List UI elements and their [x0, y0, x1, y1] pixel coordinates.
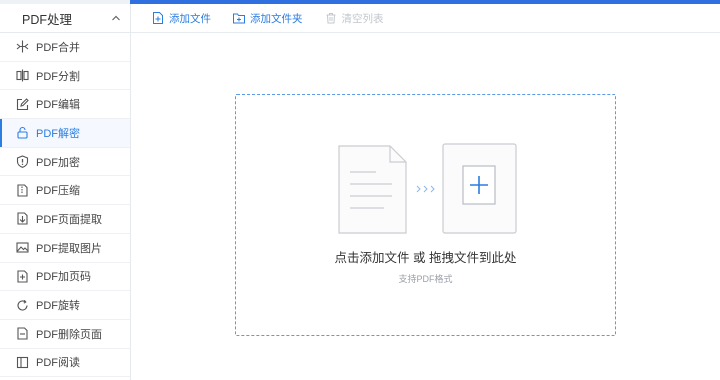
sidebar-item-label: PDF旋转 [36, 300, 80, 313]
sidebar-item-page-numbers[interactable]: PDF加页码 [0, 263, 130, 292]
drop-zone-sub-text: 支持PDF格式 [398, 274, 453, 284]
document-icon [338, 145, 407, 234]
add-file-label: 添加文件 [169, 12, 211, 25]
drop-zone-main-text: 点击添加文件 或 拖拽文件到此处 [334, 251, 517, 265]
sidebar-item-label: PDF加密 [36, 156, 80, 169]
sidebar-header-label: PDF处理 [22, 12, 73, 27]
sidebar-item-compress[interactable]: PDF压缩 [0, 176, 130, 206]
sidebar-item-label: PDF合并 [36, 41, 80, 54]
sidebar-item-label: PDF阅读 [36, 357, 80, 370]
sidebar-item-label: PDF删除页面 [36, 328, 102, 341]
sidebar-item-label: PDF分割 [36, 70, 80, 83]
extract-page-icon [16, 212, 29, 226]
sidebar-item-encrypt[interactable]: PDF加密 [0, 148, 130, 177]
drop-illustration [338, 143, 517, 234]
sidebar-item-merge[interactable]: PDF合并 [0, 33, 130, 62]
sidebar-item-label: PDF加页码 [36, 271, 91, 284]
compress-icon [16, 184, 29, 197]
sidebar-item-edit[interactable]: PDF编辑 [0, 90, 130, 120]
clear-list-button[interactable]: 清空列表 [325, 11, 384, 26]
page-number-icon [16, 270, 29, 283]
sidebar-item-split[interactable]: PDF分割 [0, 62, 130, 91]
sidebar-item-delete-pages[interactable]: PDF删除页面 [0, 320, 130, 349]
sidebar: PDF处理 PDF合并 PDF分割 PDF编辑 PDF解密 PDF加密 PDF压… [0, 4, 131, 380]
sidebar-item-label: PDF编辑 [36, 99, 80, 112]
shield-icon [16, 155, 29, 168]
sidebar-item-decrypt[interactable]: PDF解密 [0, 119, 130, 148]
merge-icon [16, 40, 29, 53]
sidebar-item-label: PDF页面提取 [36, 213, 102, 226]
sidebar-item-extract-images[interactable]: PDF提取图片 [0, 234, 130, 263]
book-icon [16, 356, 29, 369]
add-file-icon [153, 12, 163, 24]
sidebar-item-extract-pages[interactable]: PDF页面提取 [0, 205, 130, 234]
arrows-icon [416, 185, 435, 193]
clear-list-label: 清空列表 [341, 12, 384, 25]
add-file-button[interactable]: 添加文件 [152, 11, 211, 26]
add-box-icon [442, 143, 517, 234]
delete-page-icon [16, 327, 29, 340]
file-drop-zone[interactable]: 点击添加文件 或 拖拽文件到此处 支持PDF格式 [235, 94, 616, 336]
sidebar-item-label: PDF压缩 [36, 185, 80, 198]
sidebar-item-label: PDF解密 [36, 127, 80, 140]
sidebar-item-rotate[interactable]: PDF旋转 [0, 291, 130, 320]
add-folder-icon [233, 13, 245, 24]
toolbar: 添加文件 添加文件夹 清空列表 [131, 4, 720, 33]
unlock-icon [16, 126, 29, 139]
sidebar-item-label: PDF提取图片 [36, 242, 102, 255]
chevron-up-icon [112, 15, 120, 21]
sidebar-item-read[interactable]: PDF阅读 [0, 349, 130, 378]
image-icon [16, 241, 29, 254]
rotate-icon [16, 299, 29, 312]
trash-icon [326, 13, 335, 24]
add-folder-button[interactable]: 添加文件夹 [233, 11, 303, 26]
split-icon [16, 69, 29, 82]
add-folder-label: 添加文件夹 [250, 12, 303, 25]
edit-icon [16, 97, 29, 111]
sidebar-header[interactable]: PDF处理 [0, 4, 130, 33]
